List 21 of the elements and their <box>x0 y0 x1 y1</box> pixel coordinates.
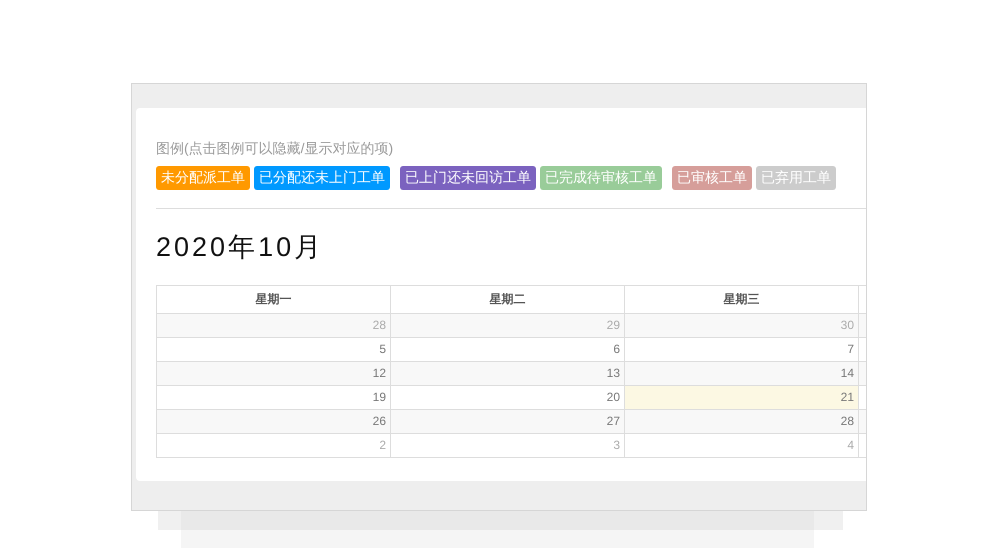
day-cell[interactable]: 29 <box>391 314 625 338</box>
day-cell[interactable]: 30 <box>625 314 859 338</box>
weekday-header: 星期一 <box>157 286 391 314</box>
day-cell[interactable]: 28 <box>157 314 391 338</box>
weekday-header: 星期三 <box>625 286 859 314</box>
day-cell[interactable]: 12 <box>157 362 391 386</box>
day-cell[interactable]: 28 <box>625 410 859 434</box>
legend-tag[interactable]: 已上门还未回访工单 <box>400 166 536 190</box>
legend-title: 图例(点击图例可以隐藏/显示对应的项) <box>156 139 394 158</box>
legend-tag[interactable]: 已分配还未上门工单 <box>254 166 390 190</box>
day-cell[interactable]: 21 <box>625 386 859 410</box>
legend-tag[interactable]: 已审核工单 <box>672 166 752 190</box>
day-cell[interactable]: 26 <box>157 410 391 434</box>
month-title: 2020年10月 <box>156 231 324 263</box>
day-cell[interactable]: 13 <box>391 362 625 386</box>
legend-tag[interactable]: 未分配派工单 <box>156 166 250 190</box>
day-cell[interactable]: 27 <box>391 410 625 434</box>
weekday-header: 星期二 <box>391 286 625 314</box>
day-cell[interactable]: 2 <box>157 434 391 458</box>
day-cell[interactable]: 3 <box>391 434 625 458</box>
day-cell[interactable]: 4 <box>625 434 859 458</box>
